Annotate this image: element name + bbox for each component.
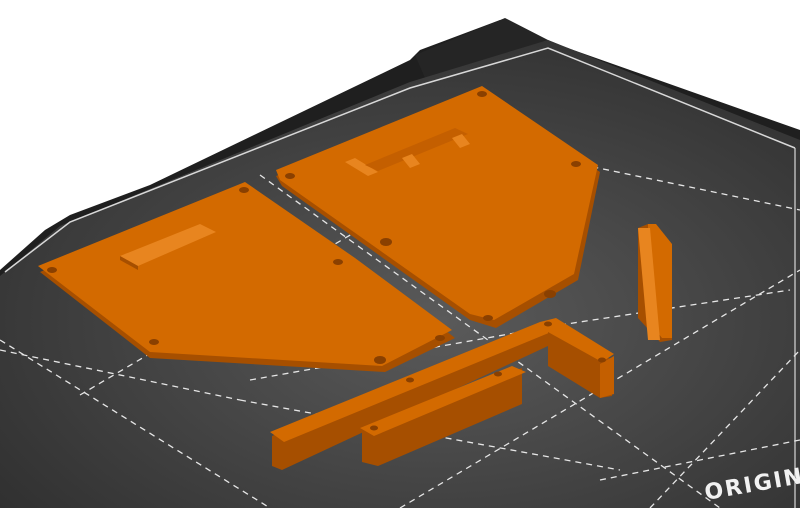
- hole: [285, 173, 295, 179]
- hole: [544, 290, 556, 298]
- build-plate-scene[interactable]: ORIGIN: [0, 0, 800, 508]
- hole: [333, 259, 343, 265]
- hole: [149, 339, 159, 345]
- 3d-viewport[interactable]: ORIGIN: [0, 0, 800, 508]
- hole: [483, 315, 493, 321]
- hole: [435, 335, 445, 341]
- hole: [374, 356, 386, 364]
- hole: [370, 425, 378, 431]
- hole: [544, 321, 552, 327]
- hole: [571, 161, 581, 167]
- hole: [406, 377, 414, 383]
- hole: [47, 267, 57, 273]
- hole: [598, 357, 606, 363]
- hole: [239, 187, 249, 193]
- hole: [494, 371, 502, 377]
- hole: [477, 91, 487, 97]
- hole: [380, 238, 392, 246]
